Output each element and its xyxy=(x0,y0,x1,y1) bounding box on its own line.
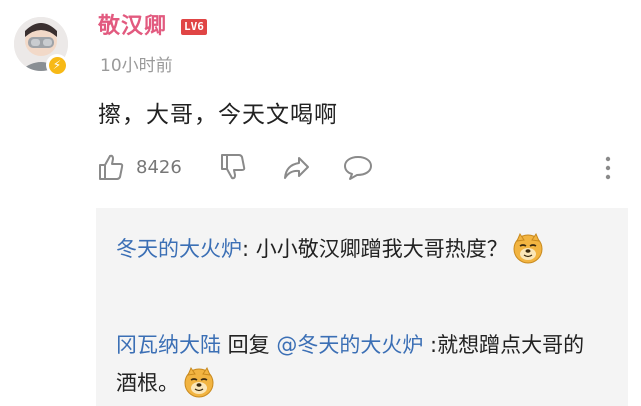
reply-item[interactable]: 冬天的大火炉: 小小敬汉卿蹭我大哥热度？ xyxy=(116,230,586,268)
comment-text: 擦，大哥，今天文喝啊 xyxy=(98,102,338,128)
doge-emoji-icon xyxy=(184,366,214,398)
timestamp: 10小时前 xyxy=(100,56,173,76)
reply-mention[interactable]: @冬天的大火炉 xyxy=(276,333,423,357)
lightning-icon: ⚡ xyxy=(48,56,66,74)
comment-card: ⚡ 敬汉卿 LV6 10小时前 擦，大哥，今天文喝啊 8426 冬天的大火炉: … xyxy=(0,0,641,406)
doge-emoji-icon xyxy=(513,232,543,264)
reply-colon: : xyxy=(423,333,438,357)
speech-bubble-icon[interactable] xyxy=(342,154,374,186)
reply-colon: : xyxy=(242,237,256,261)
vertical-dots-icon[interactable] xyxy=(598,154,618,186)
share-arrow-icon[interactable] xyxy=(281,154,311,186)
reply-author[interactable]: 冈瓦纳大陆 xyxy=(116,333,221,357)
level-badge: LV6 xyxy=(181,19,207,35)
reply-word: 回复 xyxy=(221,333,277,357)
reply-author[interactable]: 冬天的大火炉 xyxy=(116,237,242,261)
thumbs-up-icon[interactable] xyxy=(96,152,126,186)
thumbs-down-icon[interactable] xyxy=(218,152,248,186)
like-count: 8426 xyxy=(136,157,182,178)
replies-panel[interactable]: 冬天的大火炉: 小小敬汉卿蹭我大哥热度？ 冈瓦纳大陆 回复 @冬天的大火炉 :就… xyxy=(96,208,628,406)
verified-badge: ⚡ xyxy=(46,54,68,76)
reply-item[interactable]: 冈瓦纳大陆 回复 @冬天的大火炉 :就想蹭点大哥的酒根。 xyxy=(116,326,586,402)
reply-text: 小小敬汉卿蹭我大哥热度？ xyxy=(255,237,508,261)
username[interactable]: 敬汉卿 xyxy=(98,12,167,42)
